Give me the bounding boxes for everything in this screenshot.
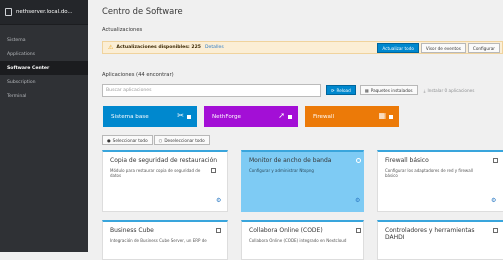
package-icon: ▦ [364, 87, 369, 93]
configure-button[interactable]: Configurar [467, 43, 500, 53]
sidebar-item-software-center[interactable]: Software Center [0, 61, 88, 75]
tile-nethforge-checkbox [288, 115, 292, 119]
event-viewer-button[interactable]: Visor de eventos [420, 43, 466, 53]
installed-packages-label: Paquetes instalados [370, 87, 413, 93]
selection-buttons: ● Seleccionar todo ○ Deseleccionar todo [102, 135, 210, 145]
select-all-button[interactable]: ● Seleccionar todo [102, 135, 153, 145]
gear-icon[interactable]: ⚙ [355, 197, 360, 204]
apps-heading: Aplicaciones (44 encontrar) [102, 72, 174, 78]
tools-icon: ✂ [177, 111, 184, 120]
tile-firewall-label: Firewall [313, 113, 335, 120]
page-title: Centro de Software [102, 6, 183, 16]
category-tiles: Sistema base ✂ NethForge ➚ Firewall ▦ [103, 106, 399, 127]
app-card-basic-firewall[interactable]: Firewall básico Configurar los adaptador… [377, 150, 503, 212]
app-card-collabora[interactable]: Collabora Online (CODE) Collabora Online… [241, 220, 364, 260]
select-all-label: Seleccionar todo [112, 137, 148, 143]
sidebar-nav: Sistema Applications Software Center Sub… [0, 33, 88, 103]
update-all-button[interactable]: Actualizar todo [377, 43, 419, 53]
firewall-icon: ▦ [378, 111, 386, 120]
app-card-checkbox[interactable] [356, 158, 361, 163]
app-card-title: Business Cube [110, 227, 154, 234]
sidebar-item-subscription[interactable]: Subscription [0, 75, 88, 89]
app-card-checkbox[interactable] [493, 228, 498, 233]
app-card-dahdi[interactable]: Controladores y herramientas DAHDI [377, 220, 503, 260]
install-selected-label: Instalar 0 aplicaciones [427, 87, 475, 93]
app-card-title: Controladores y herramientas DAHDI [385, 227, 475, 242]
app-card-title: Firewall básico [385, 157, 429, 164]
details-link[interactable]: Detalles [205, 45, 224, 50]
tile-nethforge-label: NethForge [212, 113, 241, 120]
app-card-checkbox[interactable] [216, 228, 221, 233]
tile-base-system[interactable]: Sistema base ✂ [103, 106, 197, 127]
app-card-description: Integración de Business Cube Server, un … [110, 238, 207, 243]
app-card-title: Monitor de ancho de banda [249, 157, 332, 164]
app-card-checkbox[interactable] [211, 168, 216, 173]
search-buttons: ⟳ Reload ▦ Paquetes instalados ⤓ Instala… [326, 85, 476, 95]
deselect-all-button[interactable]: ○ Deseleccionar todo [153, 135, 210, 145]
select-all-icon: ● [107, 137, 111, 143]
installed-packages-button[interactable]: ▦ Paquetes instalados [359, 85, 418, 95]
install-selected-button[interactable]: ⤓ Instalar 0 aplicaciones [422, 85, 477, 95]
reload-button[interactable]: ⟳ Reload [326, 85, 356, 95]
download-icon: ⤓ [423, 87, 426, 93]
server-icon [5, 8, 12, 16]
app-card-checkbox[interactable] [356, 228, 361, 233]
app-card-business-cube[interactable]: Business Cube Integración de Business Cu… [102, 220, 228, 260]
app-card-checkbox[interactable] [493, 158, 498, 163]
gear-icon[interactable]: ⚙ [491, 197, 496, 204]
sidebar-item-terminal[interactable]: Terminal [0, 89, 88, 103]
search-input[interactable]: Buscar aplicaciones [102, 84, 321, 97]
reload-label: Reload [336, 87, 351, 93]
tile-base-system-checkbox [187, 115, 191, 119]
sidebar-item-sistema[interactable]: Sistema [0, 33, 88, 47]
app-card-description: Configurar y administrar Ntopng [249, 168, 314, 173]
gear-icon[interactable]: ⚙ [216, 197, 221, 204]
tile-nethforge[interactable]: NethForge ➚ [204, 106, 298, 127]
tile-firewall-checkbox [389, 115, 393, 119]
sidebar-item-applications[interactable]: Applications [0, 47, 88, 61]
host-name: nethserver.local.do... [16, 9, 73, 15]
app-card-backup-restore[interactable]: Copia de seguridad de restauración Módul… [102, 150, 228, 212]
deselect-all-label: Deseleccionar todo [164, 137, 205, 143]
warning-icon: ⚠ [108, 44, 114, 51]
app-card-title: Collabora Online (CODE) [249, 227, 323, 234]
alert-actions: Actualizar todo Visor de eventos Configu… [377, 43, 500, 53]
deselect-all-icon: ○ [158, 137, 163, 143]
tile-base-system-label: Sistema base [111, 113, 149, 120]
main-content: Centro de Software Actualizaciones ⚠ Act… [88, 0, 503, 260]
host-header[interactable]: nethserver.local.do... [0, 0, 88, 25]
app-card-title: Copia de seguridad de restauración [110, 157, 218, 164]
app-card-description: Configurar los adaptadores de red y fire… [385, 168, 473, 179]
updates-count: Actualizaciones disponibles: 225 [116, 45, 201, 50]
sidebar: nethserver.local.do... Sistema Applicati… [0, 0, 88, 252]
app-card-description: Módulo para restaurar copia de seguridad… [110, 168, 201, 179]
tile-firewall[interactable]: Firewall ▦ [305, 106, 399, 127]
app-card-bandwidth-monitor[interactable]: Monitor de ancho de banda Configurar y a… [241, 150, 364, 212]
updates-alert: ⚠ Actualizaciones disponibles: 225 Detal… [102, 41, 503, 54]
search-row: Buscar aplicaciones ⟳ Reload ▦ Paquetes … [102, 84, 503, 97]
app-card-description: Collabora Online (CODE) integrado en Nex… [249, 238, 347, 243]
updates-heading: Actualizaciones [102, 27, 143, 33]
rocket-icon: ➚ [278, 111, 285, 120]
refresh-icon: ⟳ [331, 87, 335, 93]
